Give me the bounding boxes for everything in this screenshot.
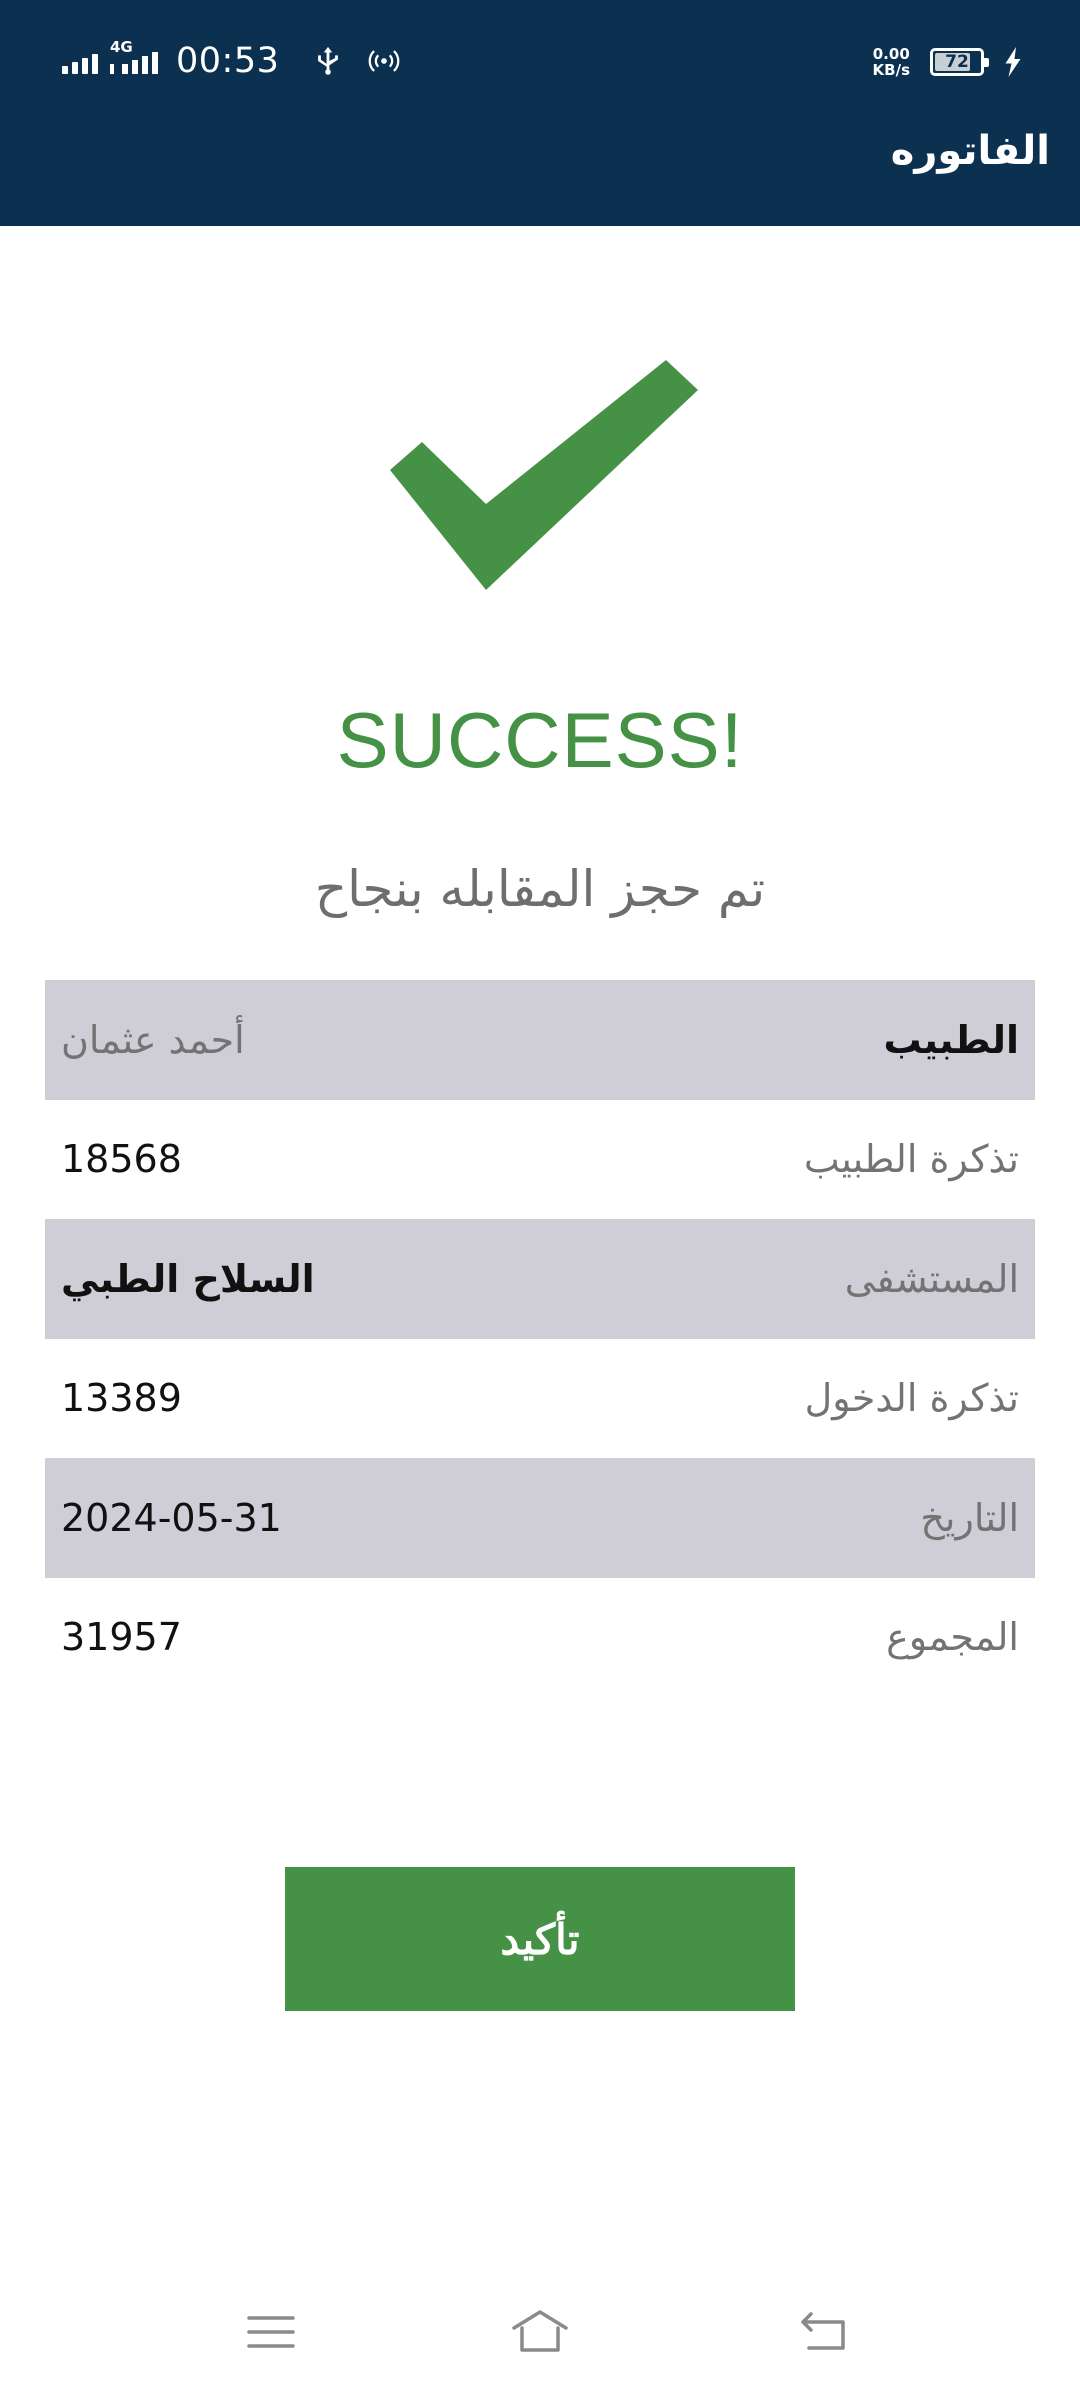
menu-button[interactable] [236,2302,306,2362]
back-icon [801,2312,845,2350]
status-bar: 4G 00:53 0.00 KB/s 72 [0,0,1080,120]
battery-icon: 72 [930,48,989,76]
status-right: 0.00 KB/s 72 [873,40,1022,84]
page-title: الفاتوره [890,128,1050,174]
charging-bolt-icon [1005,47,1021,77]
menu-icon [247,2316,295,2348]
checkmark-icon [390,360,698,590]
network-type: 4G [110,38,133,56]
detail-row-doctor: الطبيب أحمد عثمان [45,980,1035,1100]
detail-row-doctor-ticket: تذكرة الطبيب 18568 [45,1100,1035,1220]
home-button[interactable] [505,2302,575,2362]
app-header: 4G 00:53 0.00 KB/s 72 الفاتوره [0,0,1080,226]
detail-row-entry-ticket: تذكرة الدخول 13389 [45,1339,1035,1459]
network-speed: 0.00 KB/s [873,46,910,78]
signal-icon [62,48,98,74]
success-title: SUCCESS! [336,696,744,784]
hospital-label: المستشفى [844,1256,1019,1301]
network-speed-unit: KB/s [872,61,910,79]
hotspot-icon [368,50,400,72]
entry-ticket-value: 13389 [61,1376,182,1421]
doctor-label: الطبيب [883,1017,1019,1062]
detail-row-total: المجموع 31957 [45,1578,1035,1698]
detail-row-hospital: المستشفى السلاح الطبي [45,1219,1035,1339]
hospital-value: السلاح الطبي [61,1256,315,1301]
booking-details: الطبيب أحمد عثمان تذكرة الطبيب 18568 الم… [45,980,1035,1697]
system-nav-bar [0,2290,1080,2380]
network-speed-value: 0.00 [872,45,910,63]
home-icon [512,2310,568,2352]
status-time: 00:53 [176,41,280,81]
detail-row-date: التاريخ 2024-05-31 [45,1458,1035,1578]
success-message: تم حجز المقابله بنجاح [314,860,766,918]
confirm-button[interactable]: تأكيد [285,1867,795,2011]
mobile-data-icon: 4G [110,38,158,74]
doctor-ticket-label: تذكرة الطبيب [803,1137,1019,1182]
date-label: التاريخ [920,1495,1019,1540]
status-left: 4G 00:53 [62,38,401,84]
back-button[interactable] [790,2302,860,2362]
total-value: 31957 [61,1615,182,1660]
entry-ticket-label: تذكرة الدخول [804,1376,1019,1421]
battery-level: 72 [945,52,969,72]
total-label: المجموع [886,1615,1019,1660]
doctor-ticket-value: 18568 [61,1137,182,1182]
doctor-value: أحمد عثمان [61,1017,245,1062]
date-value: 2024-05-31 [61,1495,282,1540]
usb-icon [318,46,339,75]
